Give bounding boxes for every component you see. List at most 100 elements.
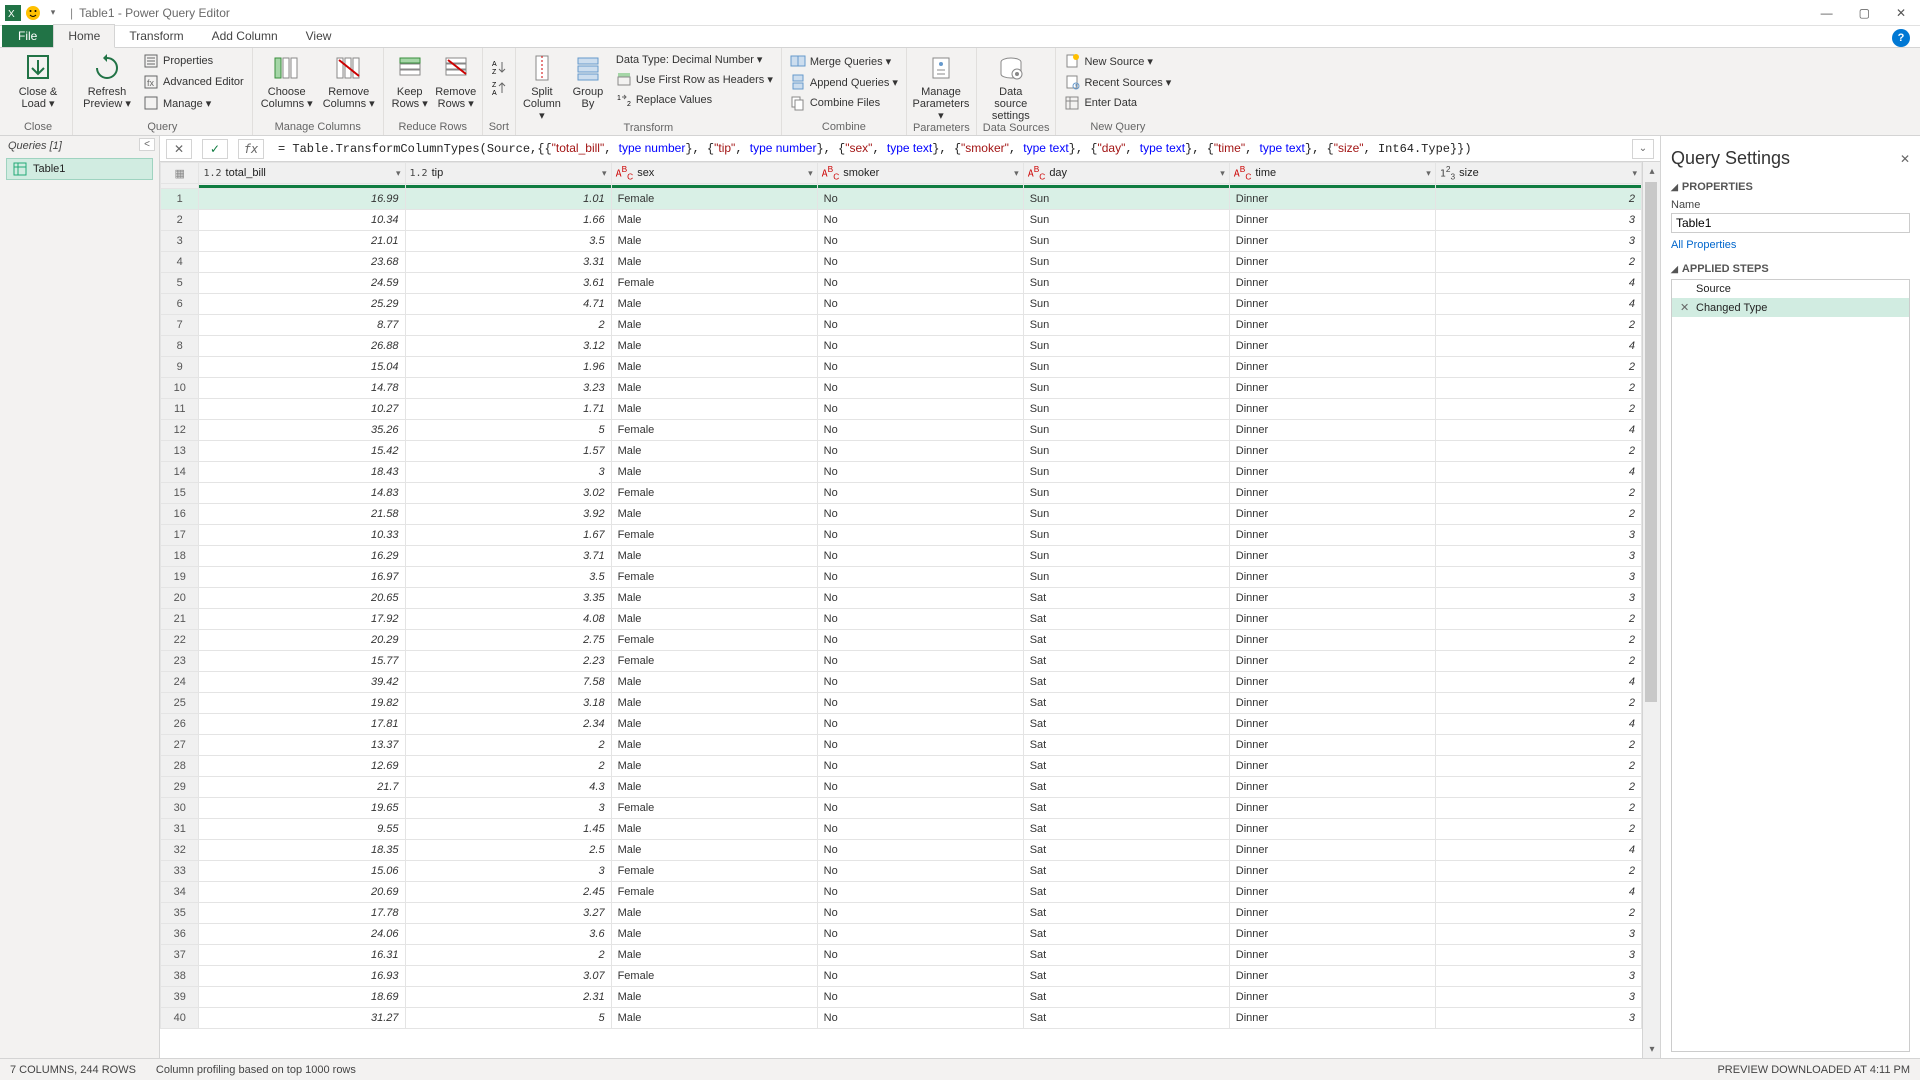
cell[interactable]: 3 xyxy=(1435,567,1641,588)
row-number[interactable]: 22 xyxy=(161,630,199,651)
cell[interactable]: No xyxy=(817,315,1023,336)
row-number[interactable]: 24 xyxy=(161,672,199,693)
cell[interactable]: 2 xyxy=(1435,756,1641,777)
smiley-icon[interactable] xyxy=(24,4,42,22)
cell[interactable]: Male xyxy=(611,945,817,966)
cell[interactable]: Sun xyxy=(1023,210,1229,231)
cell[interactable]: 1.67 xyxy=(405,525,611,546)
cell[interactable]: 4 xyxy=(1435,420,1641,441)
row-number[interactable]: 31 xyxy=(161,819,199,840)
row-number[interactable]: 2 xyxy=(161,210,199,231)
cell[interactable]: Sat xyxy=(1023,945,1229,966)
cell[interactable]: 17.92 xyxy=(199,609,405,630)
cell[interactable]: 4 xyxy=(1435,462,1641,483)
cell[interactable]: 16.29 xyxy=(199,546,405,567)
cell[interactable]: 15.04 xyxy=(199,357,405,378)
cell[interactable]: Dinner xyxy=(1229,840,1435,861)
table-row[interactable]: 116.991.01FemaleNoSunDinner2 xyxy=(161,189,1642,210)
row-number[interactable]: 39 xyxy=(161,987,199,1008)
cell[interactable]: Male xyxy=(611,1008,817,1029)
cell[interactable]: 15.42 xyxy=(199,441,405,462)
cell[interactable]: 3.12 xyxy=(405,336,611,357)
table-row[interactable]: 2439.427.58MaleNoSatDinner4 xyxy=(161,672,1642,693)
table-row[interactable]: 1514.833.02FemaleNoSunDinner2 xyxy=(161,483,1642,504)
sort-desc-button[interactable]: ZA xyxy=(489,79,509,97)
cell[interactable]: 4 xyxy=(1435,336,1641,357)
cell[interactable]: Male xyxy=(611,777,817,798)
cell[interactable]: No xyxy=(817,399,1023,420)
cell[interactable]: 2 xyxy=(1435,399,1641,420)
cell[interactable]: Dinner xyxy=(1229,966,1435,987)
cell[interactable]: 19.82 xyxy=(199,693,405,714)
data-type-button[interactable]: Data Type: Decimal Number ▾ xyxy=(614,52,775,67)
remove-rows-button[interactable]: Remove Rows ▾ xyxy=(436,50,476,110)
cell[interactable]: Female xyxy=(611,189,817,210)
cell[interactable]: 20.29 xyxy=(199,630,405,651)
cell[interactable]: 2 xyxy=(405,756,611,777)
cell[interactable]: 5 xyxy=(405,1008,611,1029)
cell[interactable]: Sat xyxy=(1023,1008,1229,1029)
cell[interactable]: Sat xyxy=(1023,693,1229,714)
cell[interactable]: No xyxy=(817,903,1023,924)
row-number[interactable]: 7 xyxy=(161,315,199,336)
cell[interactable]: 4 xyxy=(1435,672,1641,693)
cell[interactable]: No xyxy=(817,357,1023,378)
cell[interactable]: Female xyxy=(611,651,817,672)
cell[interactable]: 20.65 xyxy=(199,588,405,609)
cell[interactable]: Male xyxy=(611,231,817,252)
filter-dropdown[interactable]: ▾ xyxy=(1632,168,1637,179)
cell[interactable]: 3 xyxy=(1435,987,1641,1008)
cell[interactable]: No xyxy=(817,378,1023,399)
cell[interactable]: Male xyxy=(611,378,817,399)
cell[interactable]: 2 xyxy=(1435,504,1641,525)
cell[interactable]: 3.5 xyxy=(405,567,611,588)
cell[interactable]: 2 xyxy=(1435,189,1641,210)
cell[interactable]: Dinner xyxy=(1229,483,1435,504)
fx-button[interactable]: fx xyxy=(238,139,264,159)
filter-dropdown[interactable]: ▾ xyxy=(1014,168,1019,179)
row-number[interactable]: 37 xyxy=(161,945,199,966)
cell[interactable]: 2 xyxy=(1435,609,1641,630)
cell[interactable]: Sun xyxy=(1023,357,1229,378)
cell[interactable]: Dinner xyxy=(1229,924,1435,945)
cell[interactable]: Male xyxy=(611,903,817,924)
cell[interactable]: 21.01 xyxy=(199,231,405,252)
cell[interactable]: Sat xyxy=(1023,672,1229,693)
cell[interactable]: Male xyxy=(611,546,817,567)
data-grid[interactable]: ▦1.2total_bill▾1.2tip▾ABCsex▾ABCsmoker▾A… xyxy=(160,162,1642,1029)
cell[interactable]: No xyxy=(817,714,1023,735)
split-column-button[interactable]: Split Column ▾ xyxy=(522,50,562,122)
cell[interactable]: Dinner xyxy=(1229,210,1435,231)
cell[interactable]: 2.5 xyxy=(405,840,611,861)
cell[interactable]: Sat xyxy=(1023,966,1229,987)
cell[interactable]: 3.71 xyxy=(405,546,611,567)
cell[interactable]: Sun xyxy=(1023,336,1229,357)
table-row[interactable]: 1315.421.57MaleNoSunDinner2 xyxy=(161,441,1642,462)
cell[interactable]: 16.93 xyxy=(199,966,405,987)
row-number[interactable]: 3 xyxy=(161,231,199,252)
type-icon[interactable]: 123 xyxy=(1440,164,1455,181)
cell[interactable]: No xyxy=(817,189,1023,210)
cell[interactable]: Sat xyxy=(1023,861,1229,882)
cell[interactable]: Sun xyxy=(1023,546,1229,567)
table-row[interactable]: 2921.74.3MaleNoSatDinner2 xyxy=(161,777,1642,798)
table-row[interactable]: 1235.265FemaleNoSunDinner4 xyxy=(161,420,1642,441)
cell[interactable]: 3 xyxy=(1435,924,1641,945)
cell[interactable]: Male xyxy=(611,336,817,357)
table-row[interactable]: 2519.823.18MaleNoSatDinner2 xyxy=(161,693,1642,714)
cell[interactable]: 20.69 xyxy=(199,882,405,903)
cell[interactable]: No xyxy=(817,1008,1023,1029)
cell[interactable]: Dinner xyxy=(1229,672,1435,693)
cell[interactable]: 3 xyxy=(1435,210,1641,231)
row-number[interactable]: 38 xyxy=(161,966,199,987)
table-row[interactable]: 2117.924.08MaleNoSatDinner2 xyxy=(161,609,1642,630)
cell[interactable]: Sat xyxy=(1023,588,1229,609)
cell[interactable]: No xyxy=(817,210,1023,231)
cell[interactable]: 2 xyxy=(1435,693,1641,714)
cell[interactable]: Dinner xyxy=(1229,882,1435,903)
merge-queries-button[interactable]: Merge Queries ▾ xyxy=(788,52,900,70)
cell[interactable]: 2 xyxy=(1435,651,1641,672)
cell[interactable]: 2 xyxy=(1435,735,1641,756)
cell[interactable]: Female xyxy=(611,966,817,987)
cell[interactable]: 4.08 xyxy=(405,609,611,630)
